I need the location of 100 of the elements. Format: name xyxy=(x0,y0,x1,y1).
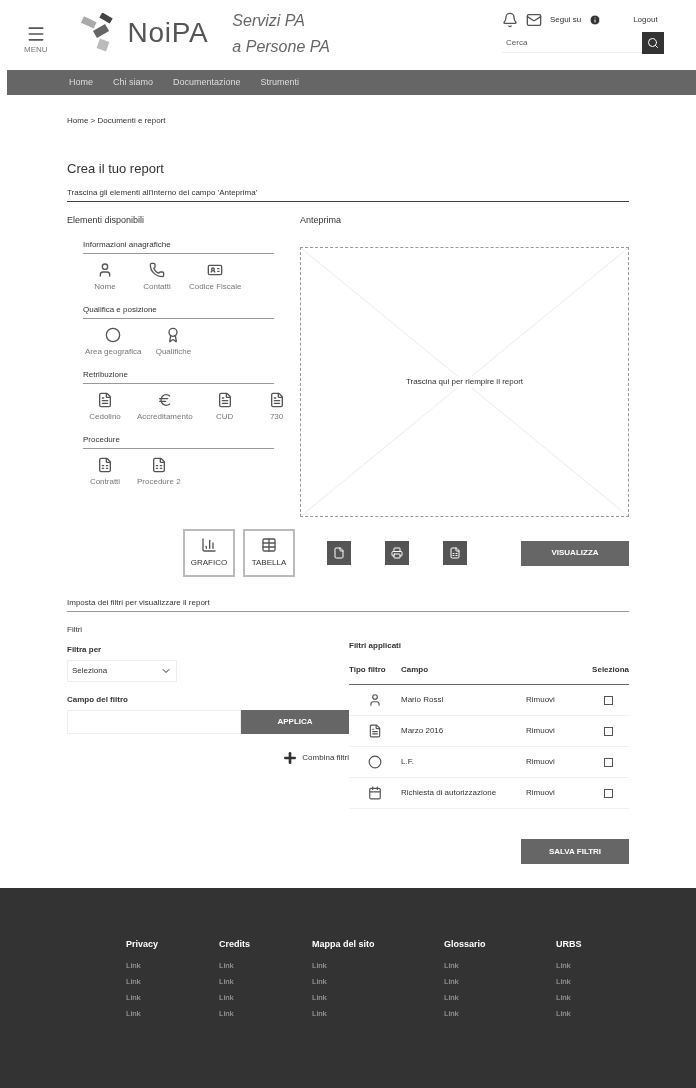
element-item[interactable]: Cedolino xyxy=(83,392,127,422)
filter-field[interactable] xyxy=(67,710,241,734)
footer-link[interactable]: Link xyxy=(219,991,312,1004)
footer-link[interactable]: Link xyxy=(444,991,556,1004)
group-title: Retribuzione xyxy=(83,369,274,384)
table-cell-text: Richiesta di autorizzazione xyxy=(401,787,498,799)
remove-link[interactable]: Rimuovi xyxy=(526,694,604,706)
footer-link[interactable]: Link xyxy=(556,991,649,1004)
instructions: Trascina gli elementi all'interno del campo 'Anteprima' xyxy=(67,186,629,202)
footer-link[interactable]: Link xyxy=(219,975,312,988)
bar-chart-icon xyxy=(201,537,217,553)
spreadsheet-icon xyxy=(150,457,167,473)
row-checkbox[interactable] xyxy=(604,695,613,705)
row-checkbox[interactable] xyxy=(604,788,613,798)
filter-select[interactable]: Seleziona xyxy=(67,660,177,682)
export-button[interactable] xyxy=(385,541,409,565)
euro-icon xyxy=(156,392,173,408)
nav-link[interactable]: Chi siamo xyxy=(113,75,154,90)
footer-link[interactable]: Link xyxy=(444,1007,556,1020)
table-cell-text: Marzo 2016 xyxy=(401,725,445,737)
table-cell-text: Mario Rossi xyxy=(401,694,445,706)
table-title: Filtri applicati xyxy=(349,640,402,652)
footer-link[interactable]: Link xyxy=(126,991,219,1004)
footer-heading: URBS xyxy=(556,938,583,951)
element-item[interactable]: Area geografica xyxy=(83,327,144,357)
chart-view-button[interactable]: GRAFICO xyxy=(183,529,235,577)
section-title: Elementi disponibili xyxy=(67,213,146,227)
circle-icon xyxy=(368,755,382,769)
row-checkbox[interactable] xyxy=(604,726,613,736)
footer-link[interactable]: Link xyxy=(312,1007,444,1020)
footer-link[interactable]: Link xyxy=(444,975,556,988)
document-icon xyxy=(368,724,382,738)
tagline: a Persone PA xyxy=(232,37,330,57)
column-header: Campo xyxy=(401,664,430,676)
footer-link[interactable]: Link xyxy=(126,959,219,972)
footer-link[interactable]: Link xyxy=(556,959,649,972)
document-icon xyxy=(216,392,233,408)
nav-link[interactable]: Strumenti xyxy=(260,75,300,90)
element-item[interactable]: Contatti xyxy=(135,262,179,292)
footer-heading: Credits xyxy=(219,938,251,951)
preview-area[interactable]: Trascina qui per riempire il report xyxy=(300,247,629,517)
element-item[interactable]: Qualifiche xyxy=(151,327,196,357)
footer-link[interactable]: Link xyxy=(219,1007,312,1020)
logo-text: NoiPA xyxy=(127,16,209,50)
column-header: Tipo filtro xyxy=(349,664,387,676)
page-title: Crea il tuo report xyxy=(67,160,165,178)
logout-link[interactable]: Logout xyxy=(633,14,658,26)
footer-heading: Glossario xyxy=(444,938,487,951)
circle-icon xyxy=(105,327,122,343)
id-card-icon xyxy=(207,262,224,278)
footer-link[interactable]: Link xyxy=(444,959,556,972)
footer-heading: Mappa del sito xyxy=(312,938,376,951)
nav-link[interactable]: Home xyxy=(69,75,93,90)
footer-link[interactable]: Link xyxy=(312,991,444,1004)
section-heading: Imposta dei filtri per visualizzare il report xyxy=(67,597,629,612)
footer-link[interactable]: Link xyxy=(556,975,649,988)
footer-link[interactable]: Link xyxy=(219,959,312,972)
spreadsheet-icon xyxy=(97,457,113,473)
footer-link[interactable]: Link xyxy=(556,1007,649,1020)
bell-icon[interactable] xyxy=(502,12,518,28)
printer-icon xyxy=(391,547,403,559)
remove-link[interactable]: Rimuovi xyxy=(526,787,604,799)
element-item[interactable]: CUD xyxy=(202,392,247,422)
table-view-button[interactable]: TABELLA xyxy=(243,529,295,577)
user-icon xyxy=(97,262,113,278)
spreadsheet-icon xyxy=(449,547,461,559)
footer-link[interactable]: Link xyxy=(126,975,219,988)
phone-icon xyxy=(149,262,165,278)
mail-icon[interactable] xyxy=(526,12,542,28)
footer-link[interactable]: Link xyxy=(126,1007,219,1020)
element-item[interactable]: Codice Fiscale xyxy=(187,262,244,292)
footer-link[interactable]: Link xyxy=(312,975,444,988)
footer-link[interactable]: Link xyxy=(312,959,444,972)
plus-icon xyxy=(282,750,299,766)
save-filters-button[interactable]: SALVA FILTRI xyxy=(521,839,629,864)
element-item[interactable]: 730 xyxy=(254,392,299,422)
remove-link[interactable]: Rimuovi xyxy=(526,756,604,768)
apply-button[interactable]: APPLICA xyxy=(241,710,349,734)
export-button[interactable] xyxy=(327,541,351,565)
combine-filters-button[interactable]: Combina filtri xyxy=(282,750,349,766)
column-header: Seleziona xyxy=(592,664,629,676)
group-title: Procedure xyxy=(83,434,274,449)
nav-link[interactable]: Documentazione xyxy=(173,75,241,90)
element-item[interactable]: Accreditamento xyxy=(135,392,195,422)
row-checkbox[interactable] xyxy=(604,757,613,767)
user-icon xyxy=(368,693,382,707)
element-item[interactable]: Nome xyxy=(83,262,127,292)
section-title: Anteprima xyxy=(300,213,343,227)
table-cell-text: L.F. xyxy=(401,756,415,768)
element-item[interactable]: Contratti xyxy=(83,457,127,487)
file-icon xyxy=(333,547,345,559)
visualize-button[interactable]: VISUALIZZA xyxy=(521,540,629,566)
search-button[interactable] xyxy=(642,32,664,54)
info-icon[interactable] xyxy=(589,14,602,26)
export-button[interactable] xyxy=(443,541,467,565)
element-item[interactable]: Procedure 2 xyxy=(135,457,183,487)
tagline: Servizi PA xyxy=(232,11,306,31)
field-label: Filtra per xyxy=(67,644,103,656)
remove-link[interactable]: Rimuovi xyxy=(526,725,604,737)
group-title: Qualifica e posizione xyxy=(83,304,274,319)
